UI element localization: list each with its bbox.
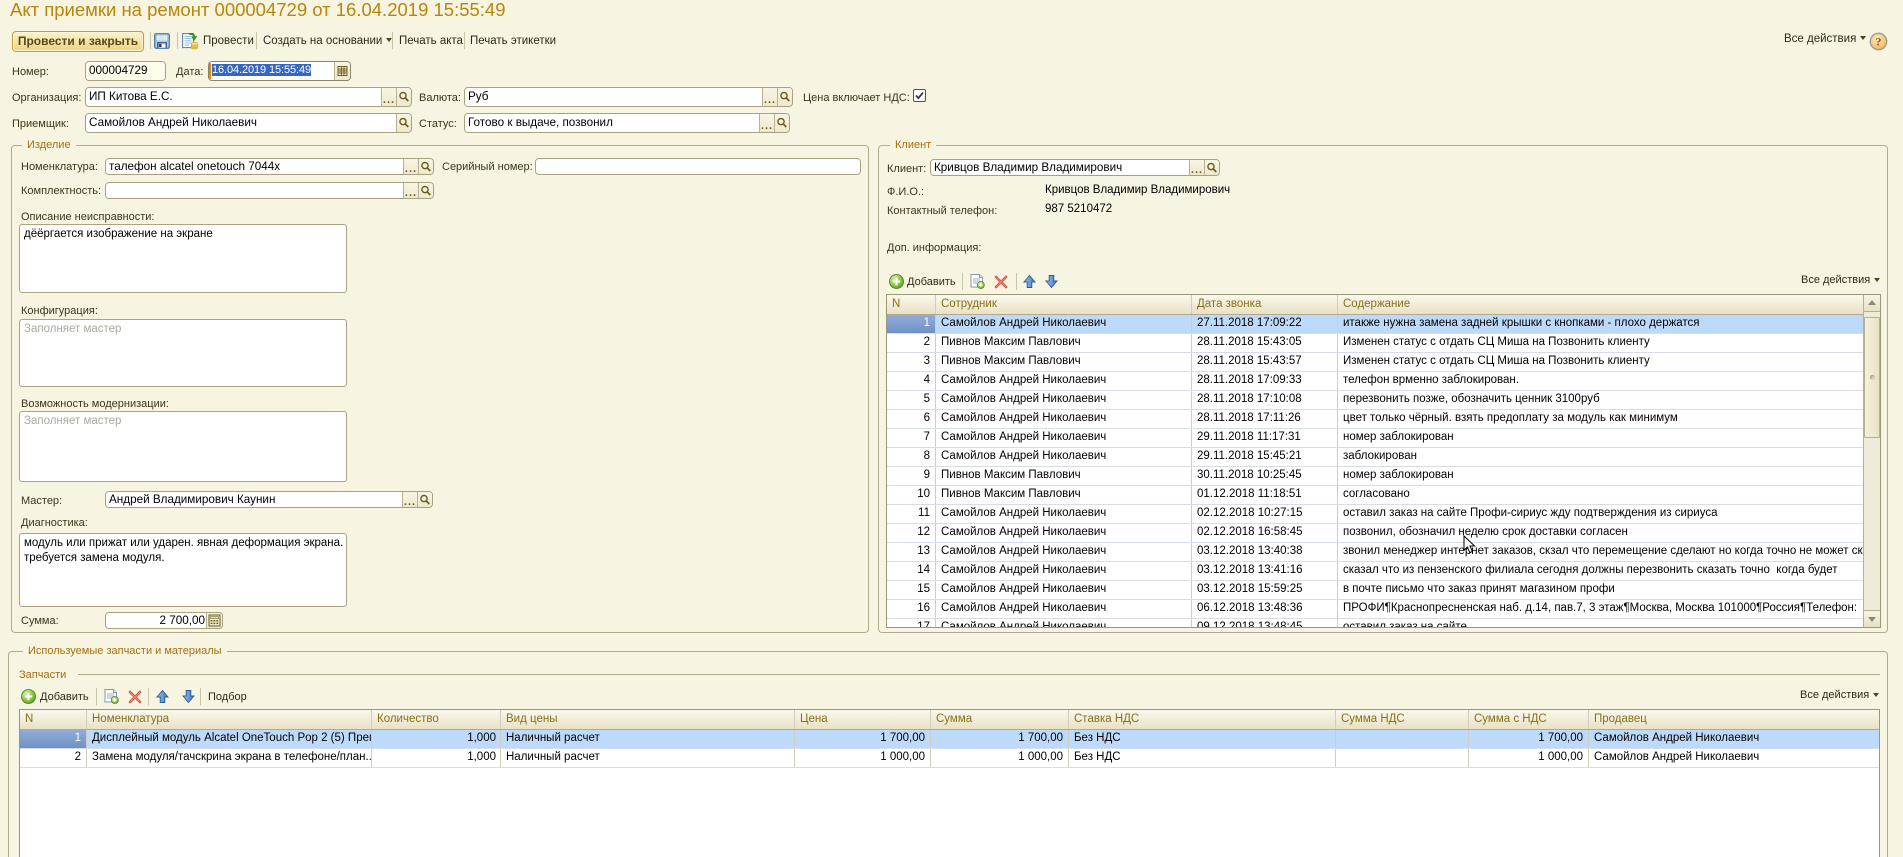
svg-text:?: ? bbox=[1876, 35, 1882, 49]
